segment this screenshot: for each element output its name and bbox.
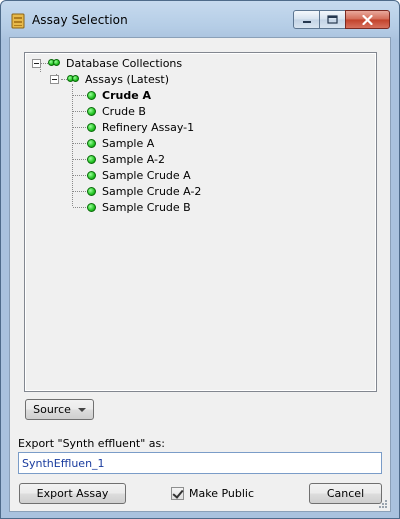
- tree-connector: [73, 95, 88, 96]
- tree-connector: [73, 159, 88, 160]
- tree-connector: [73, 127, 88, 128]
- tree-item-label: Sample Crude A: [102, 168, 191, 182]
- maximize-button[interactable]: [319, 10, 346, 29]
- make-public-checkbox[interactable]: Make Public: [171, 485, 254, 501]
- tree-item-crude-b[interactable]: Crude B: [87, 103, 146, 119]
- collapse-icon[interactable]: [50, 75, 59, 84]
- dialog-body: Database Collections Assays (Latest) Cru…: [9, 37, 391, 512]
- tree-item-refinery-assay-1[interactable]: Refinery Assay-1: [87, 119, 194, 135]
- close-button[interactable]: [345, 10, 390, 29]
- assay-node-icon: [87, 202, 96, 212]
- tree-connector: [73, 175, 88, 176]
- tree-item-label: Crude B: [102, 104, 146, 118]
- tree-item-label: Sample Crude B: [102, 200, 191, 214]
- tree-connector: [73, 207, 88, 208]
- collapse-icon[interactable]: [32, 59, 41, 68]
- tree-node-label: Assays (Latest): [85, 72, 170, 86]
- export-name-input[interactable]: [18, 452, 382, 474]
- tree-node-database-collections[interactable]: Database Collections: [48, 55, 182, 71]
- database-icon: [67, 75, 81, 83]
- tree-item-label: Refinery Assay-1: [102, 120, 195, 134]
- assay-tree-panel[interactable]: Database Collections Assays (Latest) Cru…: [24, 52, 377, 392]
- assay-node-icon: [87, 154, 96, 164]
- resize-grip-icon[interactable]: [378, 499, 388, 509]
- assay-selection-window: Assay Selection Database Collections Ass…: [0, 0, 400, 519]
- tree-item-crude-a[interactable]: Crude A: [87, 87, 151, 103]
- tree-node-label: Database Collections: [66, 56, 183, 70]
- app-icon: [11, 13, 25, 29]
- tree-item-label: Sample A-2: [102, 152, 165, 166]
- make-public-label: Make Public: [189, 486, 255, 500]
- title-bar[interactable]: Assay Selection: [1, 1, 399, 37]
- minimize-icon: [302, 20, 311, 23]
- tree-item-sample-crude-a-2[interactable]: Sample Crude A-2: [87, 183, 201, 199]
- assay-node-icon: [87, 106, 96, 116]
- export-assay-button[interactable]: Export Assay: [19, 483, 126, 504]
- tree-connector: [73, 191, 88, 192]
- tree-item-label: Sample A: [102, 136, 155, 150]
- window-title: Assay Selection: [32, 13, 128, 27]
- dropdown-arrow-icon: [77, 407, 86, 412]
- tree-node-assays-latest[interactable]: Assays (Latest): [67, 71, 169, 87]
- checkmark-icon[interactable]: [171, 486, 184, 500]
- export-name-label: Export "Synth effluent" as:: [18, 437, 165, 450]
- assay-node-icon: [87, 122, 96, 132]
- minimize-button[interactable]: [293, 10, 320, 29]
- tree-item-sample-crude-a[interactable]: Sample Crude A: [87, 167, 191, 183]
- tree-item-sample-crude-b[interactable]: Sample Crude B: [87, 199, 191, 215]
- assay-node-icon: [87, 186, 96, 196]
- tree-connector: [40, 69, 41, 72]
- tree-item-label: Sample Crude A-2: [102, 184, 202, 198]
- source-button-label: Source: [33, 403, 71, 416]
- database-icon: [48, 59, 62, 67]
- tree-item-sample-a-2[interactable]: Sample A-2: [87, 151, 165, 167]
- tree-connector: [73, 111, 88, 112]
- tree-connector: [72, 84, 73, 206]
- tree-item-label: Crude A: [102, 88, 152, 102]
- close-icon: [362, 14, 373, 25]
- cancel-button[interactable]: Cancel: [309, 483, 382, 504]
- assay-tree[interactable]: Database Collections Assays (Latest) Cru…: [25, 53, 376, 391]
- tree-item-sample-a[interactable]: Sample A: [87, 135, 154, 151]
- assay-node-icon: [87, 170, 96, 180]
- source-dropdown-button[interactable]: Source: [25, 399, 94, 420]
- tree-connector: [73, 143, 88, 144]
- assay-node-icon: [87, 90, 96, 100]
- tree-connector: [41, 63, 48, 64]
- maximize-icon: [327, 15, 338, 24]
- assay-node-icon: [87, 138, 96, 148]
